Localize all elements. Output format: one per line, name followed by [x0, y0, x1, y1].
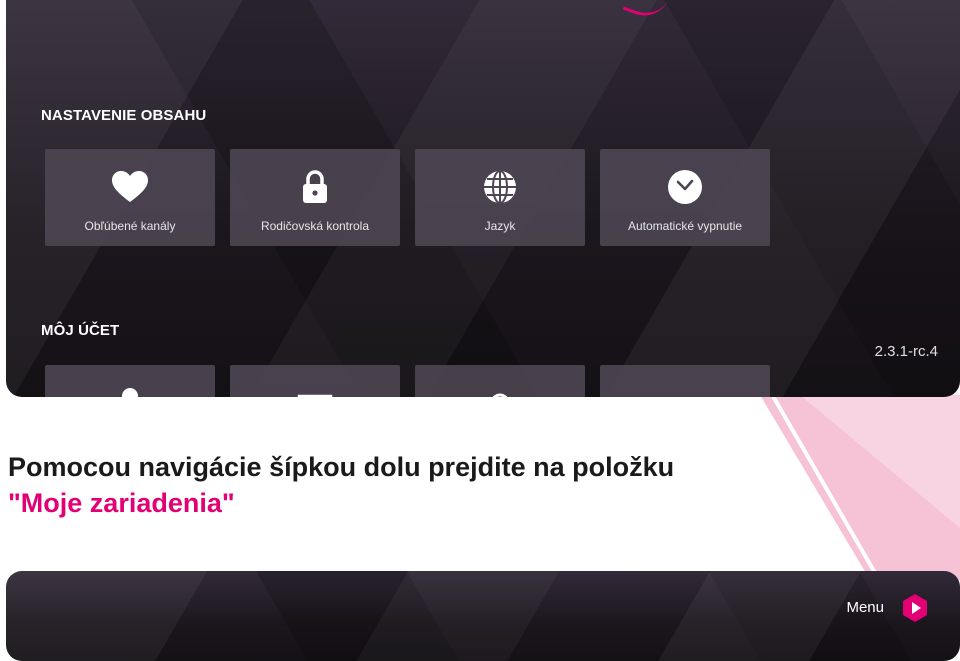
lock-icon [296, 169, 334, 205]
tile-language[interactable]: Jazyk [415, 149, 585, 246]
app-version: 2.3.1-rc.4 [874, 343, 938, 360]
instruction-heading: Pomocou navigácie šípkou dolu prejdite n… [8, 449, 674, 521]
decorative-pink-stroke [622, 0, 670, 24]
my-account-title: MÔJ ÚČET [41, 322, 120, 339]
power-icon [666, 385, 704, 397]
user-icon [111, 385, 149, 397]
instruction-highlight: "Moje zariadenia" [8, 488, 235, 518]
my-account-tiles [45, 365, 770, 397]
tile-account-profile[interactable] [45, 365, 215, 397]
tile-location[interactable] [415, 365, 585, 397]
content-settings-tiles: Obľúbené kanály Rodičovská kontrola Jazy… [45, 149, 770, 246]
content-settings-title: NASTAVENIE OBSAHU [41, 107, 207, 124]
tile-label: Obľúbené kanály [84, 219, 176, 233]
settings-screen: NASTAVENIE OBSAHU Obľúbené kanály Rodičo… [6, 0, 960, 397]
globe-icon [481, 169, 519, 205]
menu-label: Menu [846, 599, 884, 616]
tile-label: Jazyk [484, 219, 516, 233]
screen-icon [296, 385, 334, 397]
menu-screen: Menu [6, 571, 960, 661]
tile-label: Automatické vypnutie [627, 219, 743, 233]
clock-icon [666, 169, 704, 205]
menu-play-icon[interactable] [900, 593, 930, 623]
tile-logout[interactable] [600, 365, 770, 397]
tile-favorite-channels[interactable]: Obľúbené kanály [45, 149, 215, 246]
tile-parental-control[interactable]: Rodičovská kontrola [230, 149, 400, 246]
tile-my-devices[interactable] [230, 365, 400, 397]
tile-label: Rodičovská kontrola [260, 219, 370, 233]
instruction-text: Pomocou navigácie šípkou dolu prejdite n… [8, 452, 675, 482]
heart-icon [111, 169, 149, 205]
tile-auto-shutdown[interactable]: Automatické vypnutie [600, 149, 770, 246]
location-icon [481, 385, 519, 397]
